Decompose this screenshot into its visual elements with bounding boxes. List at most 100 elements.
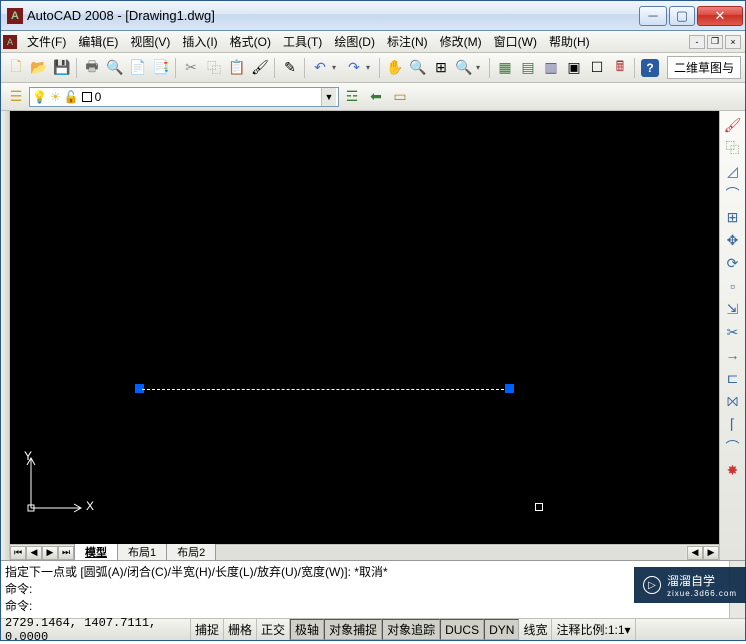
toggle-otrack[interactable]: 对象追踪 <box>382 619 440 640</box>
zoom-realtime-button[interactable]: 🔍 <box>407 57 429 79</box>
grip-end[interactable] <box>505 384 514 393</box>
toggle-dyn[interactable]: DYN <box>484 619 519 640</box>
menu-view[interactable]: 视图(V) <box>124 31 176 52</box>
break-button[interactable]: ⊏ <box>723 368 743 388</box>
hscroll-track[interactable] <box>216 546 686 560</box>
explode-button[interactable]: ✸ <box>723 460 743 480</box>
extend-button[interactable]: → <box>723 345 743 365</box>
pan-button[interactable]: ✋ <box>384 57 406 79</box>
maximize-button[interactable]: ▢ <box>669 6 695 26</box>
properties-button[interactable]: ▦ <box>494 57 516 79</box>
separator <box>274 58 276 78</box>
paste-button[interactable]: 📋 <box>226 57 248 79</box>
tool-palettes-button[interactable]: ▥ <box>540 57 562 79</box>
tab-model[interactable]: 模型 <box>74 542 118 561</box>
mdi-restore-button[interactable]: ❐ <box>707 35 723 49</box>
workspace-combo[interactable]: 二维草图与 <box>667 56 741 79</box>
menu-modify[interactable]: 修改(M) <box>434 31 488 52</box>
toggle-snap[interactable]: 捕捉 <box>191 619 224 640</box>
separator <box>379 58 381 78</box>
trim-button[interactable]: ✂ <box>723 322 743 342</box>
stretch-button[interactable]: ⇲ <box>723 299 743 319</box>
left-toolbar-rail[interactable] <box>1 111 10 560</box>
redo-button[interactable]: ↷ <box>343 57 365 79</box>
zoom-window-button[interactable]: ⊞ <box>430 57 452 79</box>
redo-dropdown[interactable]: ▾ <box>366 63 376 72</box>
tab-scroll-next[interactable]: ▶ <box>42 546 58 560</box>
mirror-button[interactable]: ◿ <box>723 161 743 181</box>
markup-button[interactable]: ☐ <box>586 57 608 79</box>
move-button[interactable]: ✥ <box>723 230 743 250</box>
toggle-lwt[interactable]: 线宽 <box>519 619 552 640</box>
menu-format[interactable]: 格式(O) <box>224 31 277 52</box>
publish-button[interactable]: 📄 <box>127 57 149 79</box>
status-coords[interactable]: 2729.1464, 1407.7111, 0.0000 <box>1 619 191 640</box>
offset-button[interactable]: ⌒ <box>723 184 743 204</box>
help-button[interactable]: ? <box>639 57 661 79</box>
menu-tools[interactable]: 工具(T) <box>277 31 328 52</box>
quickcalc-button[interactable]: 🖩 <box>609 57 631 79</box>
titlebar[interactable]: A AutoCAD 2008 - [Drawing1.dwg] ─ ▢ ✕ <box>1 1 745 31</box>
menu-draw[interactable]: 绘图(D) <box>328 31 381 52</box>
new-button[interactable]: 🗋 <box>5 57 27 79</box>
chamfer-button[interactable]: ⌈ <box>723 414 743 434</box>
design-center-button[interactable]: ▤ <box>517 57 539 79</box>
match-props-button[interactable]: 🖌 <box>249 57 271 79</box>
menu-insert[interactable]: 插入(I) <box>176 31 223 52</box>
layer-manager-button[interactable]: ☰ <box>5 86 27 108</box>
erase-button[interactable]: 🖌 <box>723 115 743 135</box>
block-editor-button[interactable]: ✎ <box>279 57 301 79</box>
mdi-minimize-button[interactable]: - <box>689 35 705 49</box>
selected-polyline[interactable] <box>142 389 509 390</box>
drawing-canvas[interactable]: Y X <box>10 111 719 544</box>
layer-previous-button[interactable]: ⬅ <box>365 86 387 108</box>
tab-scroll-last[interactable]: ⏭ <box>58 546 74 560</box>
save-button[interactable]: 💾 <box>51 57 73 79</box>
tab-scroll-prev[interactable]: ◀ <box>26 546 42 560</box>
join-button[interactable]: ⨝ <box>723 391 743 411</box>
layer-match-button[interactable]: ▭ <box>389 86 411 108</box>
window-title: AutoCAD 2008 - [Drawing1.dwg] <box>27 8 637 23</box>
undo-dropdown[interactable]: ▾ <box>332 63 342 72</box>
help-icon: ? <box>641 59 659 77</box>
separator <box>489 58 491 78</box>
tab-layout2[interactable]: 布局2 <box>166 542 216 561</box>
command-text[interactable]: 指定下一点或 [圆弧(A)/闭合(C)/半宽(H)/长度(L)/放弃(U)/宽度… <box>1 561 729 618</box>
toggle-ortho[interactable]: 正交 <box>257 619 290 640</box>
toggle-grid[interactable]: 栅格 <box>224 619 257 640</box>
tab-scroll-first[interactable]: ⏮ <box>10 546 26 560</box>
ssm-button[interactable]: ▣ <box>563 57 585 79</box>
menu-help[interactable]: 帮助(H) <box>543 31 596 52</box>
undo-button[interactable]: ↶ <box>309 57 331 79</box>
scale-button[interactable]: ▫ <box>723 276 743 296</box>
status-annoscale[interactable]: 注释比例: 1:1 ▾ <box>552 619 635 640</box>
copy-obj-button[interactable]: ⿻ <box>723 138 743 158</box>
sheet-set-button[interactable]: 📑 <box>150 57 172 79</box>
menu-dimension[interactable]: 标注(N) <box>381 31 434 52</box>
tab-layout1[interactable]: 布局1 <box>117 542 167 561</box>
minimize-button[interactable]: ─ <box>639 6 667 26</box>
array-button[interactable]: ⊞ <box>723 207 743 227</box>
open-button[interactable]: 📂 <box>28 57 50 79</box>
layer-states-button[interactable]: ☲ <box>341 86 363 108</box>
menu-edit[interactable]: 编辑(E) <box>72 31 124 52</box>
cut-button[interactable]: ✂ <box>180 57 202 79</box>
plot-button[interactable]: 🖶 <box>81 57 103 79</box>
toggle-osnap[interactable]: 对象捕捉 <box>324 619 382 640</box>
mdi-close-button[interactable]: × <box>725 35 741 49</box>
rotate-button[interactable]: ⟳ <box>723 253 743 273</box>
layer-combo[interactable]: 💡 ☀ 🔓 0 ▼ <box>29 87 339 107</box>
hscroll-left[interactable]: ◀ <box>687 546 703 560</box>
zoom-previous-button[interactable]: 🔍 <box>453 57 475 79</box>
menu-window[interactable]: 窗口(W) <box>488 31 543 52</box>
toggle-ducs[interactable]: DUCS <box>440 619 484 640</box>
fillet-button[interactable]: ⌒ <box>723 437 743 457</box>
plot-preview-button[interactable]: 🔍 <box>104 57 126 79</box>
toggle-polar[interactable]: 极轴 <box>290 619 324 640</box>
menu-file[interactable]: 文件(F) <box>21 31 72 52</box>
zoom-dropdown[interactable]: ▾ <box>476 63 486 72</box>
hscroll-right[interactable]: ▶ <box>703 546 719 560</box>
close-button[interactable]: ✕ <box>697 6 743 26</box>
copy-button[interactable]: ⿻ <box>203 57 225 79</box>
watermark-text: 溜溜自学 <box>667 572 737 589</box>
